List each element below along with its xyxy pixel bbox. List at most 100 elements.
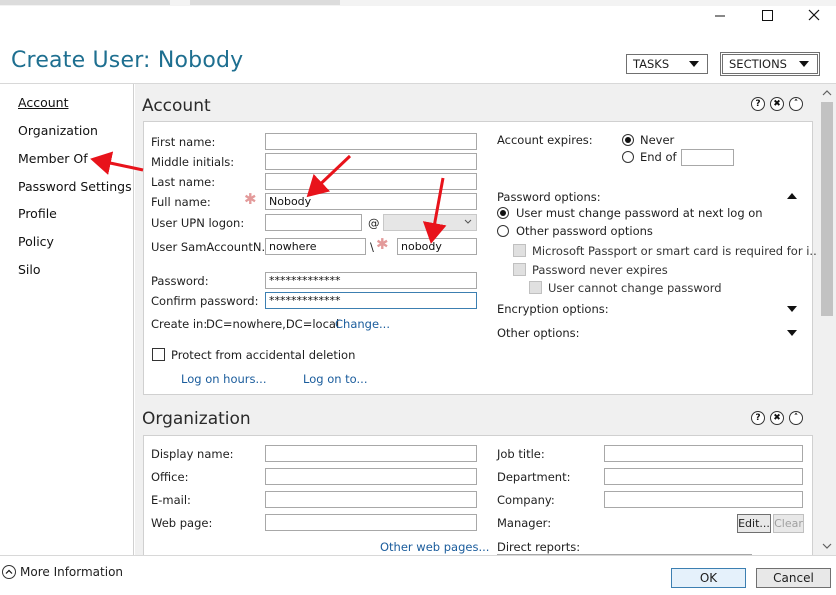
section-nav: Account Organization Member Of Password … (0, 84, 134, 555)
maximize-icon[interactable] (755, 4, 779, 26)
web-page-label: Web page: (151, 516, 213, 530)
upn-logon-label: User UPN logon: (151, 216, 245, 230)
chevron-down-icon (799, 61, 809, 67)
expand-other-options-icon[interactable] (787, 330, 797, 336)
close-section-icon[interactable]: ✖ (770, 97, 784, 111)
last-name-input[interactable] (265, 173, 477, 190)
last-name-label: Last name: (151, 175, 216, 189)
chevron-up-circle-icon[interactable] (2, 565, 16, 579)
department-label: Department: (497, 470, 571, 484)
password-never-expires-checkbox[interactable] (513, 263, 526, 276)
at-sign-label: @ (368, 216, 380, 230)
nav-item-profile[interactable]: Profile (18, 206, 57, 221)
company-label: Company: (497, 493, 555, 507)
logon-hours-link[interactable]: Log on hours... (181, 372, 266, 386)
sam-separator: \ (370, 240, 374, 254)
minimize-icon[interactable] (708, 4, 732, 26)
cancel-button[interactable]: Cancel (756, 568, 831, 588)
web-page-input[interactable] (265, 514, 477, 531)
ok-button[interactable]: OK (671, 568, 746, 588)
help-icon[interactable]: ? (751, 411, 765, 425)
required-asterisk-icon: ✱ (244, 190, 257, 208)
nav-item-account[interactable]: Account (18, 95, 68, 110)
nav-item-organization[interactable]: Organization (18, 123, 98, 138)
account-section: First name: Middle initials: Last name: … (143, 121, 820, 395)
cannot-change-password-label: User cannot change password (548, 281, 722, 295)
first-name-label: First name: (151, 135, 216, 149)
expires-date-input[interactable] (681, 149, 734, 166)
organization-section: Display name: Office: E-mail: Web page: … (143, 435, 813, 562)
middle-initials-input[interactable] (265, 153, 477, 170)
manager-edit-button[interactable]: Edit... (737, 514, 771, 533)
expires-never-radio[interactable] (622, 134, 634, 146)
password-input[interactable]: ************* (265, 272, 477, 289)
help-icon[interactable]: ? (751, 97, 765, 111)
title-bar-tab (190, 0, 340, 5)
protect-deletion-checkbox[interactable] (152, 348, 165, 361)
nav-item-silo[interactable]: Silo (18, 262, 41, 277)
full-name-input[interactable]: Nobody (265, 193, 477, 210)
office-label: Office: (151, 470, 189, 484)
dialog-footer: More Information OK Cancel (0, 555, 836, 595)
scroll-down-icon[interactable] (822, 543, 832, 550)
main-panel: Account ? ✖ ˄ First name: Middle initial… (135, 84, 820, 562)
more-information-toggle[interactable]: More Information (20, 565, 123, 579)
page-title: Create User: Nobody (11, 48, 244, 73)
email-input[interactable] (265, 491, 477, 508)
nav-item-password-settings[interactable]: Password Settings (18, 179, 132, 194)
office-input[interactable] (265, 468, 477, 485)
change-container-link[interactable]: Change... (335, 317, 390, 331)
passport-required-checkbox[interactable] (513, 244, 526, 257)
cannot-change-password-checkbox[interactable] (529, 281, 542, 294)
other-password-options-label: Other password options (516, 224, 653, 238)
sections-dropdown[interactable]: SECTIONS (720, 52, 820, 76)
create-in-value: DC=nowhere,DC=local (206, 317, 340, 331)
manager-label: Manager: (497, 516, 552, 530)
other-password-options-radio[interactable] (497, 225, 509, 237)
collapse-password-options-icon[interactable] (787, 193, 797, 199)
other-web-pages-link[interactable]: Other web pages... (380, 540, 489, 554)
sam-account-label: User SamAccountN... (151, 240, 273, 254)
collapse-section-icon[interactable]: ˄ (789, 97, 803, 111)
company-input[interactable] (604, 491, 803, 508)
password-options-label: Password options: (497, 190, 601, 204)
logon-to-link[interactable]: Log on to... (303, 372, 368, 386)
expires-end-of-radio[interactable] (622, 151, 634, 163)
scrollbar-thumb[interactable] (821, 102, 833, 316)
close-section-icon[interactable]: ✖ (770, 411, 784, 425)
passport-required-label: Microsoft Passport or smart card is requ… (532, 244, 821, 258)
required-asterisk-icon: ✱ (376, 235, 389, 253)
job-title-input[interactable] (604, 445, 803, 462)
password-never-expires-label: Password never expires (532, 263, 668, 277)
tasks-dropdown[interactable]: TASKS (626, 54, 708, 74)
organization-section-heading: Organization (142, 409, 251, 429)
upn-logon-input[interactable] (265, 214, 362, 231)
sam-user-input[interactable]: nobody (397, 238, 477, 255)
title-bar-tab (0, 0, 170, 5)
nav-item-member-of[interactable]: Member Of (18, 151, 88, 166)
must-change-password-label: User must change password at next log on (516, 206, 763, 220)
password-label: Password: (151, 274, 209, 288)
nav-item-policy[interactable]: Policy (18, 234, 54, 249)
department-input[interactable] (604, 468, 803, 485)
sam-domain-input[interactable]: nowhere (265, 238, 366, 255)
first-name-input[interactable] (265, 133, 477, 150)
full-name-label: Full name: (151, 195, 211, 209)
display-name-label: Display name: (151, 447, 234, 461)
expand-encryption-options-icon[interactable] (787, 306, 797, 312)
scroll-up-icon[interactable] (822, 89, 832, 96)
display-name-input[interactable] (265, 445, 477, 462)
close-window-icon[interactable] (802, 4, 826, 26)
confirm-password-input[interactable]: ************* (265, 292, 477, 309)
vertical-scrollbar[interactable] (818, 84, 836, 555)
expires-end-of-label: End of (640, 150, 677, 164)
tasks-label: TASKS (633, 57, 670, 71)
expires-never-label: Never (640, 133, 675, 147)
manager-clear-button[interactable]: Clear (773, 514, 804, 533)
direct-reports-label: Direct reports: (497, 540, 581, 554)
must-change-password-radio[interactable] (497, 207, 509, 219)
collapse-section-icon[interactable]: ˄ (789, 411, 803, 425)
chevron-down-icon (464, 219, 472, 224)
upn-suffix-select[interactable] (383, 214, 477, 231)
protect-deletion-label: Protect from accidental deletion (171, 348, 356, 362)
